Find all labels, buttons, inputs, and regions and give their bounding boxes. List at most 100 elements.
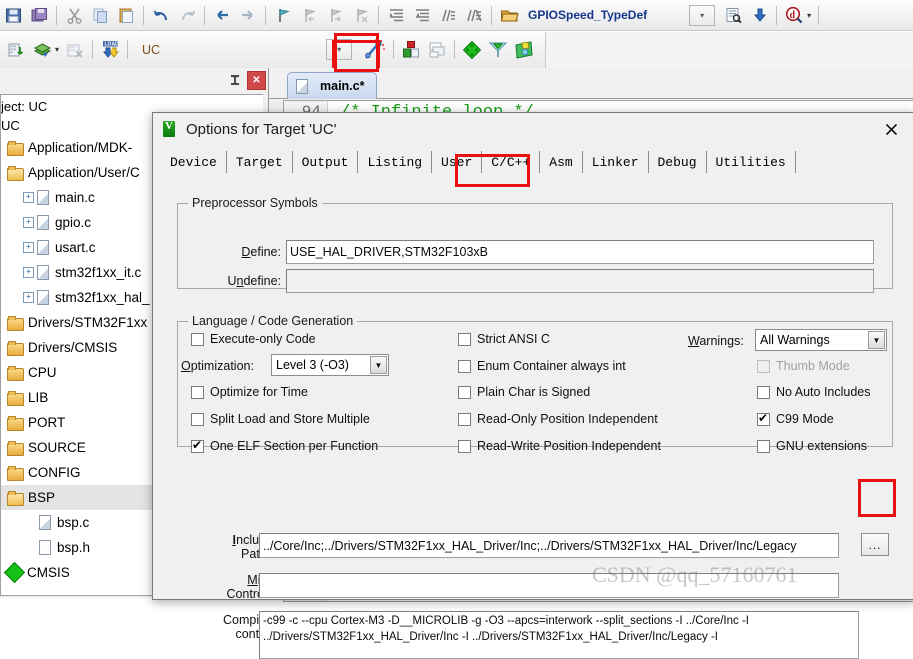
batch-build-icon[interactable] [425, 38, 449, 62]
close-icon[interactable] [876, 117, 906, 141]
manage-rte-icon[interactable] [486, 38, 510, 62]
checkbox-optimize-for-time[interactable]: Optimize for Time [191, 385, 308, 399]
checkbox-box[interactable] [757, 439, 770, 453]
dialog-tab-device[interactable]: Device [161, 151, 227, 175]
checkbox-box[interactable] [458, 412, 471, 426]
checkbox-box[interactable] [458, 332, 471, 346]
checkbox-box[interactable] [757, 359, 770, 373]
magic-wand-options-icon[interactable] [360, 36, 388, 64]
insert-down-icon[interactable] [747, 3, 771, 27]
bookmark-prev-icon[interactable] [297, 3, 321, 27]
checkbox-no-auto-includes[interactable]: No Auto Includes [757, 385, 871, 399]
build-chevron-down-icon[interactable]: ▾ [55, 45, 59, 54]
checkbox-thumb-mode[interactable]: Thumb Mode [757, 359, 850, 373]
rebuild-all-icon[interactable] [63, 38, 87, 62]
pin-icon[interactable] [226, 72, 243, 89]
checkbox-gnu-extensions[interactable]: GNU extensions [757, 439, 867, 453]
main-toolbar: GPIOSpeed_TypeDef ▾ d ▾ [0, 0, 913, 31]
checkbox-one-elf-section[interactable]: One ELF Section per Function [191, 438, 378, 453]
editor-tab-main-c[interactable]: main.c* [287, 72, 378, 99]
navigate-back-icon[interactable] [210, 3, 234, 27]
dialog-tab-listing[interactable]: Listing [358, 151, 433, 175]
checkbox-plain-char-is-signed[interactable]: Plain Char is Signed [458, 385, 590, 399]
expander-plus-icon[interactable]: + [23, 217, 34, 228]
load-icon[interactable]: LOAD [98, 38, 122, 62]
dialog-tab-asm[interactable]: Asm [540, 151, 583, 175]
warnings-dropdown[interactable]: All Warnings ▼ [755, 329, 887, 351]
chevron-down-icon[interactable]: ▼ [370, 356, 387, 374]
c-file-icon [37, 290, 49, 305]
tree-item-label: CPU [28, 365, 57, 380]
c-file-icon [296, 78, 308, 94]
pack-update-icon[interactable] [512, 38, 536, 62]
save-all-icon[interactable] [27, 3, 51, 27]
copy-icon[interactable] [88, 3, 112, 27]
checkbox-box[interactable] [458, 359, 471, 373]
checkbox-box[interactable] [458, 439, 471, 453]
define-input[interactable]: USE_HAL_DRIVER,STM32F103xB [286, 240, 874, 264]
dialog-tab-c-c++[interactable]: C/C++ [482, 151, 541, 175]
paste-icon[interactable] [114, 3, 138, 27]
checkbox-split-load-store[interactable]: Split Load and Store Multiple [191, 412, 370, 426]
uncomment-icon[interactable] [462, 3, 486, 27]
find-in-files-icon[interactable] [721, 3, 745, 27]
checkbox-read-only-position-independent[interactable]: Read-Only Position Independent [458, 412, 658, 426]
folder-icon [7, 141, 24, 156]
compiler-control-line1: -c99 -c --cpu Cortex-M3 -D__MICROLIB -g … [263, 615, 749, 627]
optimization-dropdown[interactable]: Level 3 (-O3) ▼ [271, 354, 389, 376]
symbol-combo-dropdown[interactable]: ▾ [689, 4, 716, 26]
indent-icon[interactable] [384, 3, 408, 27]
bookmark-toggle-icon[interactable] [271, 3, 295, 27]
misc-controls-input[interactable] [259, 573, 839, 598]
checkbox-read-write-position-independent[interactable]: Read-Write Position Independent [458, 439, 661, 453]
cut-icon[interactable] [62, 3, 86, 27]
dialog-tab-output[interactable]: Output [293, 151, 359, 175]
outdent-icon[interactable] [410, 3, 434, 27]
checkbox-box[interactable] [757, 385, 770, 399]
include-paths-input[interactable]: ../Core/Inc;../Drivers/STM32F1xx_HAL_Dri… [259, 533, 839, 558]
dialog-titlebar[interactable]: Options for Target 'UC' [153, 113, 913, 146]
checkbox-strict-ansi-c[interactable]: Strict ANSI C [458, 332, 550, 346]
expander-plus-icon[interactable]: + [23, 192, 34, 203]
toolbar-divider [491, 5, 492, 25]
warnings-label: Warnings: [688, 334, 744, 348]
navigate-forward-icon[interactable] [236, 3, 260, 27]
bookmark-clear-icon[interactable] [349, 3, 373, 27]
undefine-input[interactable] [286, 269, 874, 293]
expander-plus-icon[interactable]: + [23, 292, 34, 303]
target-combo-dropdown[interactable]: ▾ [326, 39, 353, 60]
chevron-down-icon[interactable]: ▼ [868, 331, 885, 349]
checkbox-box[interactable] [191, 412, 204, 426]
translate-file-icon[interactable] [4, 38, 28, 62]
expander-plus-icon[interactable]: + [23, 267, 34, 278]
checkbox-c99-mode[interactable]: C99 Mode [757, 411, 834, 426]
checkbox-box[interactable] [191, 332, 204, 346]
editor-tab-label: main.c* [320, 79, 365, 93]
bookmark-next-icon[interactable] [323, 3, 347, 27]
dialog-tab-linker[interactable]: Linker [583, 151, 649, 175]
checkbox-box[interactable] [757, 411, 770, 426]
checkbox-box[interactable] [191, 438, 204, 453]
open-folder-icon[interactable] [497, 3, 521, 27]
redo-icon[interactable] [175, 3, 199, 27]
debug-magnifier-icon[interactable]: d [782, 3, 806, 27]
build-target-icon[interactable] [30, 38, 54, 62]
dialog-tab-user[interactable]: User [432, 151, 483, 175]
manage-components-icon[interactable] [399, 38, 423, 62]
close-icon[interactable]: ✕ [247, 70, 266, 90]
checkbox-box[interactable] [458, 385, 471, 399]
dialog-tab-target[interactable]: Target [227, 151, 293, 175]
checkbox-enum-container-always-int[interactable]: Enum Container always int [458, 359, 626, 373]
checkbox-box[interactable] [191, 385, 204, 399]
compiler-control-textarea[interactable]: -c99 -c --cpu Cortex-M3 -D__MICROLIB -g … [259, 611, 859, 659]
debug-options-chevron-down-icon[interactable]: ▾ [807, 11, 811, 20]
dialog-tab-debug[interactable]: Debug [649, 151, 707, 175]
pack-installer-icon[interactable] [460, 38, 484, 62]
expander-plus-icon[interactable]: + [23, 242, 34, 253]
include-paths-browse-button[interactable]: ... [861, 533, 889, 556]
undo-icon[interactable] [149, 3, 173, 27]
checkbox-execute-only-code[interactable]: Execute-only Code [191, 332, 316, 346]
comment-icon[interactable] [436, 3, 460, 27]
save-icon[interactable] [1, 3, 25, 27]
dialog-tab-utilities[interactable]: Utilities [707, 151, 796, 175]
